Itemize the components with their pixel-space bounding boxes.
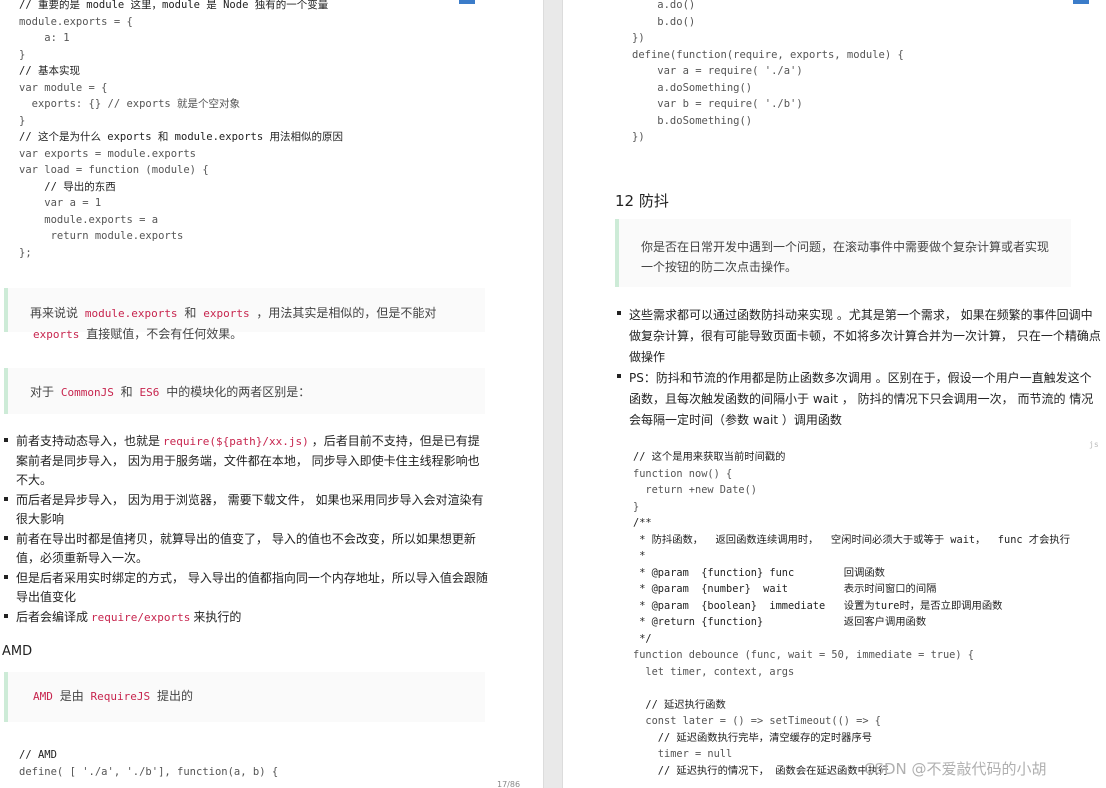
code-block-debounce: // 这个是用来获取当前时间戳的 function now() { return … [633,449,1070,779]
code-line: // 这个是用来获取当前时间戳的 [633,451,786,463]
code-line: return module.exports [19,230,184,242]
quote-module-exports: 再来说说 module.exports 和 exports ，用法其实是相似的，… [4,288,485,341]
inline-code: module.exports [84,307,178,320]
inline-code: exports [33,328,80,341]
quote-text: 提出的 [156,689,193,703]
right-page: a.do() b.do()}) define(function(require, … [563,0,1106,788]
inline-code: CommonJS [60,386,114,399]
code-line: a.doSomething() [632,81,753,94]
inline-code: require/exports [91,610,191,624]
code-block-amd: // AMD define( [ './a', './b'], function(… [19,747,278,780]
code-line: }) [632,32,645,44]
debounce-notes-list: 这些需求都可以通过函数防抖动来实现 。尤其是第一个需求， 如果在频繁的事件回调中… [615,305,1101,431]
inline-code: ES6 [139,386,160,399]
csdn-watermark: CSDN @不爱敲代码的小胡 [864,760,1047,778]
quote-text: 中的模块化的两者区别是： [166,385,311,399]
code-line: // 延迟函数执行完毕，清空缓存的定时器序号 [633,731,873,744]
code-line: module.exports = { [19,15,133,28]
bookmark-marker [459,0,475,4]
code-line: */ [633,632,652,645]
section-heading: 12 防抖 [615,192,669,210]
code-line: var load = function (module) { [19,164,209,176]
list-item: 后者会编译成 require/exports 来执行的 [2,608,490,628]
code-line: function now() { [633,467,733,480]
page-number: 17/86 [497,780,521,788]
code-line: /** [633,517,652,529]
code-line: function debounce (func, wait = 50, imme… [633,649,974,661]
code-line: var exports = module.exports [19,147,197,160]
code-block-commonjs: // 重要的是 module 这里，module 是 Node 独有的一个变量 m… [19,0,343,261]
quote-text: 你是否在日常开发中遇到一个问题，在滚动事件中需要做个复杂计算或者实现一个按钮的防… [641,240,1050,274]
code-block-cmd: a.do() b.do()}) define(function(require, … [632,0,904,146]
code-line: const later = () => setTimeout(() => { [633,715,881,727]
code-line: * @return {function} 返回客户调用函数 [633,616,927,628]
inline-code: RequireJS [90,690,151,703]
left-page: // 重要的是 module 这里，module 是 Node 独有的一个变量 m… [0,0,543,788]
code-line: * @param {number} wait 表示时间窗口的间隔 [633,583,937,595]
difference-list: 前者支持动态导入，也就是 require(${path}/xx.js) ，后者目前不… [2,432,490,627]
code-line: * 防抖函数， 返回函数连续调用时， 空闲时间必须大于或等于 wait， fun… [633,533,1070,546]
code-line: a.do() [632,0,696,11]
code-line: } [19,48,26,61]
quote-text: 直接赋值，不会有任何效果。 [86,327,243,341]
code-line: * @param {boolean} immediate 设置为ture时，是否… [633,599,1003,612]
code-line: a: 1 [19,32,70,44]
code-line: var a = require( './a') [632,65,803,77]
quote-text: 对于 [30,385,55,399]
code-line: var b = require( './b') [632,98,803,110]
code-line: * [633,550,646,562]
code-line: b.do() [632,15,696,28]
code-line: }) [632,131,645,143]
code-language-label: js [1089,440,1099,449]
list-item: 而后者是异步导入， 因为用于浏览器， 需要下载文件， 如果也采用同步导入会对渲染… [2,491,490,530]
quote-amd: AMD 是由 RequireJS 提出的 [4,672,485,722]
amd-heading: AMD [2,644,33,659]
code-line: module.exports = a [19,213,159,226]
code-line: * @param {function} func 回调函数 [633,566,885,579]
code-line: define( [ './a', './b'], function(a, b) … [19,765,279,778]
quote-commonjs-es6: 对于 CommonJS 和 ES6 中的模块化的两者区别是： [4,368,485,414]
code-line: } [19,114,26,127]
list-item: 但是后者采用实时绑定的方式， 导入导出的值都指向同一个内存地址，所以导入值会跟随… [2,569,490,608]
quote-text: 再来说说 [30,306,79,320]
quote-text: 是由 [59,689,84,703]
bookmark-marker [1073,0,1089,4]
list-item: PS：防抖和节流的作用都是防止函数多次调用 。区别在于，假设一个用户一直触发这个… [615,368,1101,431]
code-line: // AMD [19,749,57,761]
code-line: // 基本实现 [19,65,80,77]
code-line: // 延迟执行函数 [633,698,726,711]
list-item: 前者支持动态导入，也就是 require(${path}/xx.js) ，后者目前不… [2,432,490,491]
list-item: 这些需求都可以通过函数防抖动来实现 。尤其是第一个需求， 如果在频繁的事件回调中… [615,305,1101,368]
quote-debounce: 你是否在日常开发中遇到一个问题，在滚动事件中需要做个复杂计算或者实现一个按钮的防… [615,219,1071,287]
page-gutter [543,0,563,788]
list-item: 前者在导出时都是值拷贝，就算导出的值变了， 导入的值也不会改变，所以如果想更新值… [2,530,490,569]
inline-code: require(${path}/xx.js) [163,435,309,448]
quote-text: 和 [120,385,133,399]
quote-text: ，用法其实是相似的，但是不能对 [256,306,437,320]
inline-code: exports [203,307,250,320]
code-line: var module = { [19,81,108,94]
code-line: // 重要的是 module 这里，module 是 Node 独有的一个变量 [19,0,329,11]
code-line: b.doSomething() [632,114,753,127]
inline-code: AMD [33,690,53,703]
code-line: var a = 1 [19,197,102,209]
quote-text: 和 [184,306,197,320]
code-line: define(function(require, exports, module… [632,48,904,61]
code-line: } [633,500,640,513]
code-line: let timer, context, args [633,665,795,678]
code-line: return +new Date() [633,484,757,496]
code-line: exports: {} // exports 就是个空对象 [19,98,241,110]
code-line: // 这个是为什么 exports 和 module.exports 用法相似的… [19,131,344,143]
code-line: // 导出的东西 [19,180,116,193]
code-line: }; [19,246,32,259]
